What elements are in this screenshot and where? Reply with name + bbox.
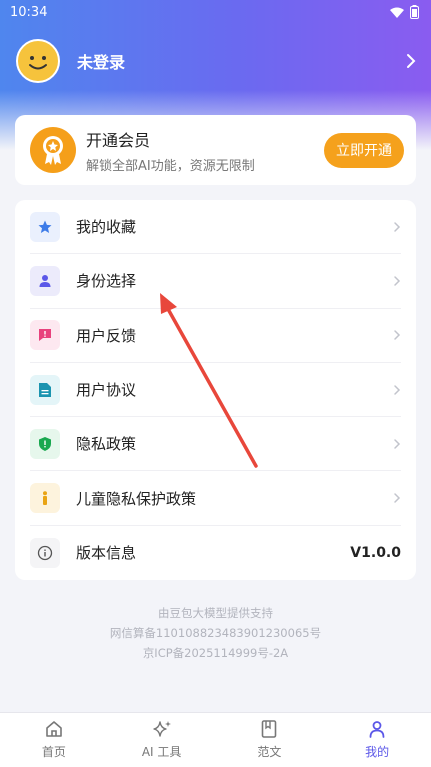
wifi-icon [390, 7, 404, 18]
open-vip-button[interactable]: 立即开通 [324, 132, 404, 168]
chevron-right-icon [394, 221, 401, 232]
menu-item-label: 用户协议 [76, 381, 137, 400]
menu-item-identity[interactable]: 身份选择 [30, 254, 401, 309]
user-icon [369, 721, 385, 738]
tab-sample-essays[interactable]: 范文 [216, 713, 324, 767]
chevron-right-icon [394, 493, 401, 503]
person-icon [30, 265, 60, 296]
book-icon [262, 720, 277, 738]
smiley-avatar-icon [19, 42, 57, 80]
menu-item-feedback[interactable]: 用户反馈 [30, 309, 401, 363]
tab-label: AI 工具 [141, 745, 182, 759]
info-icon [30, 537, 60, 568]
vip-title: 开通会员 [86, 130, 151, 150]
document-icon [30, 374, 60, 405]
feedback-icon [30, 320, 60, 351]
chevron-right-icon [394, 384, 401, 395]
menu-list: 我的收藏 身份选择 用户反馈 用户协议 隐私政策 儿童隐私保护政策 版本信息 V… [15, 200, 416, 580]
footer-powered-by: 由豆包大模型提供支持 [158, 606, 273, 620]
footer-icp-filing: 京ICP备2025114999号-2A [142, 646, 289, 660]
child-icon [30, 483, 60, 514]
menu-item-label: 我的收藏 [76, 218, 137, 237]
tab-mine[interactable]: 我的 [323, 713, 431, 767]
star-icon [30, 211, 60, 242]
menu-item-version[interactable]: 版本信息 V1.0.0 [30, 526, 401, 580]
status-time: 10:34 [10, 4, 48, 20]
menu-item-favorites[interactable]: 我的收藏 [30, 200, 401, 255]
battery-icon [410, 5, 419, 19]
tab-home[interactable]: 首页 [0, 713, 108, 767]
avatar[interactable] [16, 39, 60, 83]
vip-badge-icon [30, 127, 76, 173]
bottom-tab-bar: 首页 AI 工具 范文 我的 [0, 712, 431, 767]
vip-card[interactable]: 开通会员 解锁全部AI功能，资源无限制 立即开通 [15, 115, 416, 185]
sparkle-icon [152, 721, 171, 737]
home-icon [46, 721, 62, 737]
chevron-right-icon [394, 330, 401, 340]
status-icons [390, 5, 419, 19]
menu-item-user-agreement[interactable]: 用户协议 [30, 363, 401, 418]
footer-algorithm-filing: 网信算备110108823483901230065号 [109, 626, 322, 640]
menu-item-privacy-policy[interactable]: 隐私政策 [30, 417, 401, 472]
menu-item-child-privacy[interactable]: 儿童隐私保护政策 [30, 471, 401, 526]
chevron-right-icon[interactable] [406, 53, 416, 69]
status-bar: 10:34 [0, 0, 431, 24]
chevron-right-icon [394, 439, 401, 449]
tab-label: 首页 [41, 745, 66, 759]
tab-label: 范文 [257, 745, 282, 759]
menu-item-label: 儿童隐私保护政策 [76, 489, 197, 508]
profile-row[interactable]: 未登录 [16, 38, 416, 84]
chevron-right-icon [394, 276, 401, 286]
shield-icon [30, 428, 60, 459]
tab-label: 我的 [365, 745, 390, 759]
menu-item-label: 隐私政策 [76, 435, 137, 454]
tab-ai-tools[interactable]: AI 工具 [108, 713, 216, 767]
menu-item-label: 身份选择 [76, 272, 137, 291]
menu-item-label: 版本信息 [76, 544, 137, 563]
menu-item-label: 用户反馈 [76, 326, 137, 345]
vip-subtitle: 解锁全部AI功能，资源无限制 [86, 158, 255, 174]
login-status[interactable]: 未登录 [77, 49, 125, 73]
version-value: V1.0.0 [350, 544, 401, 561]
footer: 由豆包大模型提供支持 网信算备110108823483901230065号 京I… [0, 603, 431, 663]
